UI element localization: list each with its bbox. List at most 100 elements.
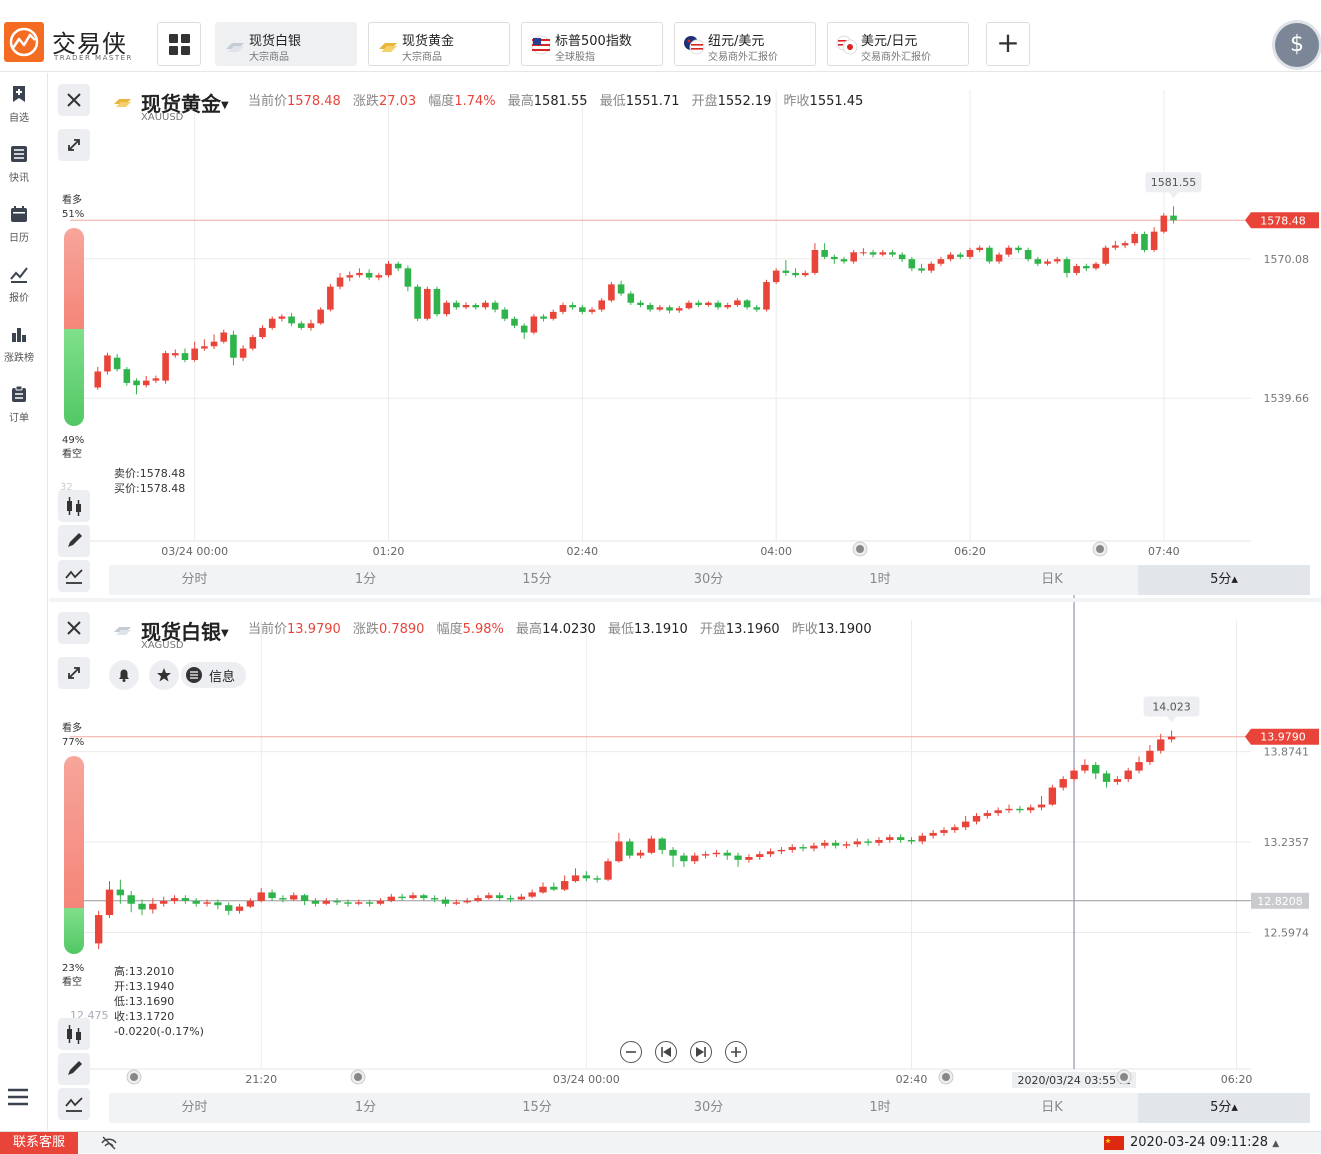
period-tab[interactable]: 日K	[966, 1093, 1138, 1123]
candle-body	[853, 841, 861, 845]
gold-sentiment-bar	[64, 228, 84, 426]
sidebar-item-ranking[interactable]: 涨跌榜	[0, 325, 38, 364]
sidebar-item-quotes[interactable]: 报价	[0, 265, 38, 304]
period-tab[interactable]: 15分	[451, 565, 623, 595]
candle-body	[365, 902, 374, 904]
candle-body	[918, 835, 926, 842]
plus-icon	[731, 1047, 741, 1057]
period-tab[interactable]: 分时	[109, 1093, 280, 1123]
period-tab[interactable]: 30分	[623, 565, 794, 595]
tab-usdjpy[interactable]: 美元/日元 交易商外汇报价	[827, 22, 969, 66]
y-tick-label: 13.2357	[1264, 836, 1310, 849]
candle-body	[1113, 779, 1122, 782]
crosshair-price-label: 12.8208	[1257, 895, 1303, 908]
scroll-handle-dot	[942, 1073, 950, 1081]
period-tab[interactable]: 分时	[109, 565, 280, 595]
candle-body	[886, 837, 894, 840]
silver-candle-type-button[interactable]	[58, 1018, 90, 1050]
sidebar-item-watchlist[interactable]: 自选	[0, 85, 38, 124]
candle-body	[571, 875, 580, 882]
x-tick-label: 21:20	[245, 1073, 277, 1086]
candle-body	[257, 892, 265, 901]
gold-bull-label: 看多 51%	[62, 195, 85, 220]
candle-body	[528, 892, 536, 897]
tab-sp500[interactable]: 标普500指数 全球股指	[521, 22, 663, 66]
silver-bar-icon	[226, 43, 244, 52]
gold-candle-type-button[interactable]	[58, 490, 90, 522]
zoom-out-button[interactable]	[620, 1041, 642, 1063]
minus-icon	[626, 1051, 636, 1053]
ohlc-close: 收:13.1720	[114, 1010, 175, 1023]
nz-us-flag-icon	[684, 36, 705, 55]
sidebar-item-calendar[interactable]: 日历	[0, 205, 38, 244]
candle-body	[691, 855, 699, 862]
tab-gold[interactable]: 现货黄金 大宗商品	[368, 22, 510, 66]
logo-mark-icon	[4, 22, 44, 62]
candle-body	[160, 900, 168, 904]
candle-body	[181, 898, 190, 901]
candle-body	[723, 852, 731, 856]
crosshair-time-tag	[1012, 1072, 1137, 1088]
candle-body	[300, 895, 309, 901]
gold-chart-panel	[49, 74, 1321, 598]
crosshair-price-tag	[1251, 892, 1309, 909]
period-tab[interactable]: 15分	[451, 1093, 623, 1123]
jump-start-button[interactable]	[655, 1041, 677, 1063]
candle-body	[149, 903, 157, 910]
sidebar-item-news[interactable]: 快讯	[0, 145, 38, 184]
candle-body	[170, 898, 179, 901]
candle-body	[387, 896, 395, 901]
tab-title: 纽元/美元	[708, 34, 765, 49]
jump-end-button[interactable]	[690, 1041, 712, 1063]
zoom-in-button[interactable]	[725, 1041, 747, 1063]
silver-current-price: 13.9790	[287, 622, 341, 637]
period-tab[interactable]: 1时	[794, 1093, 966, 1123]
info-button[interactable]: 信息	[181, 662, 246, 688]
customer-service-button[interactable]: 联系客服	[0, 1132, 78, 1154]
candle-body	[1167, 736, 1176, 740]
alert-button[interactable]	[109, 660, 139, 690]
menu-icon[interactable]	[6, 1085, 30, 1109]
silver-draw-button[interactable]	[58, 1053, 90, 1085]
gold-sell-price: 卖价:1578.48	[114, 467, 186, 480]
candle-body	[441, 899, 450, 904]
favorite-button[interactable]	[149, 660, 179, 690]
close-gold-button[interactable]	[58, 84, 90, 116]
tab-silver[interactable]: 现货白银 大宗商品	[215, 22, 357, 66]
period-tab[interactable]: 30分	[623, 1093, 794, 1123]
close-silver-button[interactable]	[58, 612, 90, 644]
candle-body	[246, 900, 255, 907]
app-logo[interactable]: 交易侠 TRADER MASTER	[4, 22, 154, 66]
pencil-icon	[68, 533, 82, 547]
tab-nzdusd[interactable]: 纽元/美元 交易商外汇报价	[674, 22, 816, 66]
layout-grid-button[interactable]	[157, 22, 201, 66]
period-tab[interactable]: 日K	[966, 565, 1138, 595]
sidebar-item-orders[interactable]: 订单	[0, 385, 38, 424]
gold-symbol-code: XAUUSD	[141, 112, 184, 123]
candle-body	[1005, 808, 1013, 811]
connection-icon	[101, 1136, 117, 1150]
expand-silver-button[interactable]	[58, 657, 90, 689]
dollar-icon[interactable]: $	[1275, 23, 1319, 67]
scroll-handle	[350, 1069, 366, 1085]
silver-sentiment-bar	[64, 756, 84, 954]
info-button-label: 信息	[209, 670, 236, 685]
candle-body	[1146, 750, 1154, 763]
candle-body	[636, 852, 645, 856]
period-tab-selected[interactable]: 5分▴	[1138, 1093, 1310, 1123]
period-tab[interactable]: 1分	[280, 565, 451, 595]
add-tab-button[interactable]: +	[986, 22, 1030, 66]
candle-body	[550, 886, 558, 890]
us-jp-flag-icon	[836, 35, 858, 55]
gold-draw-button[interactable]	[58, 525, 90, 557]
silver-indicator-button[interactable]	[58, 1088, 90, 1120]
scroll-handle	[938, 1069, 954, 1085]
gold-indicator-button[interactable]	[58, 560, 90, 592]
period-tab[interactable]: 1分	[280, 1093, 451, 1123]
high-marker-label: 14.023	[1152, 700, 1191, 713]
ohlc-low: 低:13.1690	[114, 995, 175, 1008]
expand-gold-button[interactable]	[58, 129, 90, 161]
period-tab-selected[interactable]: 5分▴	[1138, 565, 1310, 595]
period-tab[interactable]: 1时	[794, 565, 966, 595]
bar-rank-icon	[12, 328, 26, 342]
